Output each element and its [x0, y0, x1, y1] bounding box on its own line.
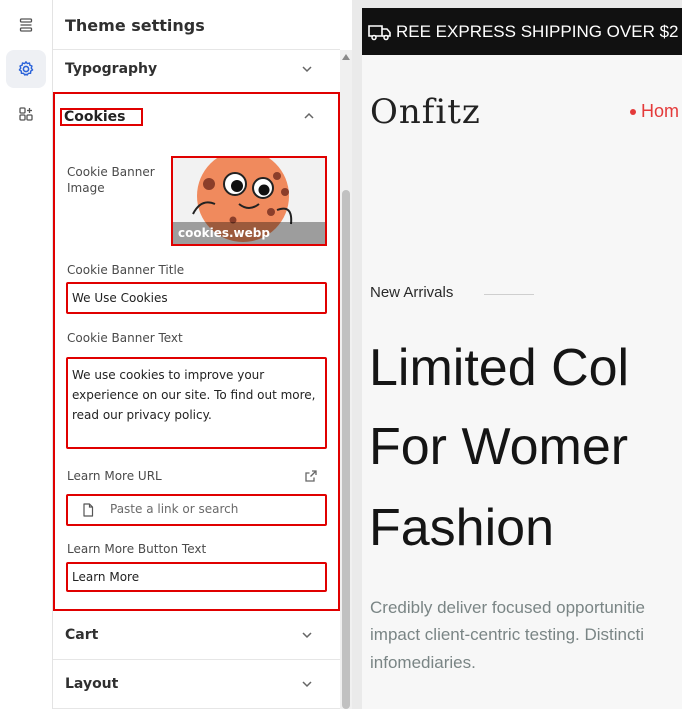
section-cookies: Cookies Cookie Banner Image cookies.webp… — [53, 92, 340, 611]
learn-more-button-label: Learn More Button Text — [67, 542, 207, 556]
chevron-down-icon — [302, 66, 312, 73]
theme-settings-button[interactable] — [6, 50, 46, 88]
announcement-text: REE EXPRESS SHIPPING OVER $2 — [396, 21, 679, 41]
nav-active-dot — [630, 109, 636, 116]
kicker-divider — [484, 294, 534, 295]
hero-heading-line-1: Limited Col — [369, 339, 630, 397]
cookie-banner-image-picker[interactable]: cookies.webp — [171, 156, 327, 246]
store-page: REE EXPRESS SHIPPING OVER $2 Onfitz Hom … — [362, 8, 682, 709]
learn-more-url-placeholder: Paste a link or search — [110, 502, 239, 516]
sections-icon — [19, 18, 33, 32]
truck-icon — [368, 24, 391, 40]
section-typography[interactable]: Typography — [53, 45, 340, 94]
cookie-banner-text-area[interactable]: We use cookies to improve your experienc… — [66, 357, 327, 449]
hero-heading-line-2: For Womer — [369, 418, 629, 476]
add-block-button[interactable] — [6, 95, 46, 133]
settings-panel: Theme settings Typography Cookies Cookie… — [53, 0, 352, 709]
theme-editor: Theme settings Typography Cookies Cookie… — [0, 0, 682, 709]
section-cart[interactable]: Cart — [53, 611, 340, 660]
document-icon — [83, 503, 94, 517]
learn-more-url-input[interactable]: Paste a link or search — [66, 494, 327, 526]
store-logo[interactable]: Onfitz — [370, 92, 481, 132]
chevron-up-icon — [304, 112, 314, 119]
cookie-banner-title-input[interactable]: We Use Cookies — [66, 282, 327, 314]
add-block-icon — [19, 107, 33, 121]
section-layout[interactable]: Layout — [53, 660, 340, 709]
store-preview: REE EXPRESS SHIPPING OVER $2 Onfitz Hom … — [352, 0, 682, 709]
external-link-icon[interactable] — [304, 469, 318, 483]
hero-heading-line-3: Fashion — [369, 499, 554, 557]
cookie-banner-title-label: Cookie Banner Title — [67, 263, 185, 277]
cookie-image-filename: cookies.webp — [178, 226, 270, 240]
nav-home-label: Hom — [641, 101, 680, 121]
section-cart-label: Cart — [65, 627, 99, 643]
gear-icon — [18, 61, 34, 76]
nav-home-link[interactable]: Hom — [630, 101, 679, 122]
hero-description-line-1: Credibly deliver focused opportunitie — [370, 598, 645, 617]
learn-more-button-input[interactable]: Learn More — [66, 562, 327, 592]
left-rail — [0, 0, 53, 709]
hero-description-line-2: impact client-centric testing. Distincti — [370, 625, 644, 644]
section-typography-label: Typography — [65, 61, 158, 77]
chevron-down-icon — [302, 632, 312, 639]
section-cookies-header[interactable]: Cookies — [55, 94, 338, 138]
learn-more-url-label: Learn More URL — [67, 469, 162, 483]
cookie-banner-text-label: Cookie Banner Text — [67, 331, 183, 345]
scrollbar-thumb[interactable] — [342, 190, 350, 709]
section-cookies-label: Cookies — [60, 108, 144, 126]
cookie-banner-image-label: Cookie Banner Image — [67, 165, 155, 195]
section-layout-label: Layout — [65, 676, 119, 692]
announcement-bar: REE EXPRESS SHIPPING OVER $2 — [362, 8, 682, 55]
panel-title: Theme settings — [65, 16, 205, 35]
hero-kicker: New Arrivals — [370, 284, 454, 301]
sections-button[interactable] — [6, 6, 46, 44]
scroll-up-arrow[interactable] — [342, 54, 350, 60]
chevron-down-icon — [302, 681, 312, 688]
hero-description-line-3: infomediaries. — [370, 653, 476, 672]
